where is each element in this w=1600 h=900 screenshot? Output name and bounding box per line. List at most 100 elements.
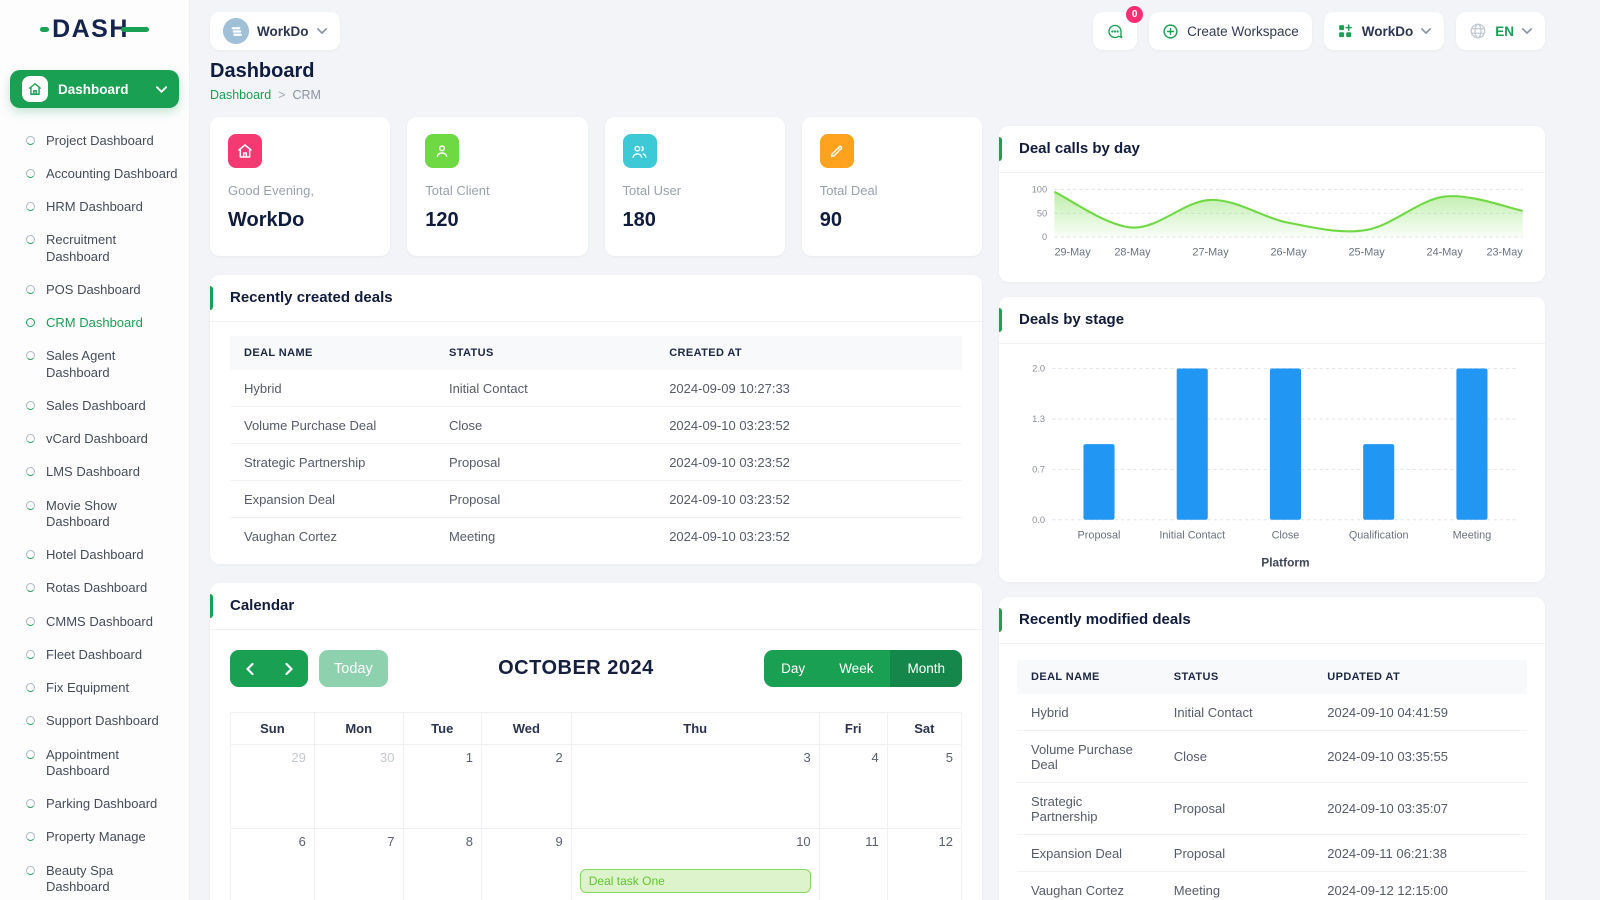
breadcrumb-dashboard-link[interactable]: Dashboard <box>210 88 271 102</box>
logo[interactable]: DASH <box>0 0 189 58</box>
column-header: STATUS <box>435 336 655 370</box>
deal-name: Vaughan Cortez <box>230 518 435 555</box>
calendar-day-cell[interactable]: 4 <box>819 745 887 829</box>
calendar-day-header: Fri <box>819 713 887 745</box>
calendar-day-cell[interactable]: 7 <box>314 829 403 900</box>
sidebar-item[interactable]: LMS Dashboard <box>0 456 189 489</box>
sidebar-item[interactable]: Fix Equipment <box>0 672 189 705</box>
calendar-day-cell[interactable]: 2 <box>481 745 571 829</box>
bullet-icon <box>26 617 35 626</box>
table-row[interactable]: Hybrid Initial Contact 2024-09-10 04:41:… <box>1017 694 1527 731</box>
calendar-day-cell[interactable]: 10Deal task One <box>571 829 819 900</box>
table-row[interactable]: Volume Purchase Deal Close 2024-09-10 03… <box>1017 731 1527 783</box>
sidebar-item[interactable]: Appointment Dashboard <box>0 738 189 788</box>
calendar-day-cell[interactable]: 8 <box>403 829 481 900</box>
deal-created-at: 2024-09-10 03:23:52 <box>655 518 962 555</box>
svg-text:0: 0 <box>1042 232 1047 242</box>
stat-label: Total Client <box>425 183 569 198</box>
calendar-day-cell[interactable]: 30 <box>314 745 403 829</box>
workspace-avatar-icon <box>223 18 249 44</box>
calendar-today-button[interactable]: Today <box>319 650 388 687</box>
deal-status: Close <box>435 407 655 444</box>
create-workspace-button[interactable]: Create Workspace <box>1149 12 1312 50</box>
table-row[interactable]: Expansion Deal Proposal 2024-09-11 06:21… <box>1017 835 1527 872</box>
logo-dash-icon <box>121 27 149 32</box>
deal-created-at: 2024-09-10 03:23:52 <box>655 444 962 481</box>
bullet-icon <box>26 750 35 759</box>
table-row[interactable]: Vaughan Cortez Meeting 2024-09-12 12:15:… <box>1017 872 1527 900</box>
sidebar-item[interactable]: POS Dashboard <box>0 273 189 306</box>
calendar-day-cell[interactable]: 3 <box>571 745 819 829</box>
sidebar-item[interactable]: Sales Agent Dashboard <box>0 340 189 390</box>
sidebar-item[interactable]: HRM Dashboard <box>0 191 189 224</box>
stat-icon <box>820 134 854 168</box>
sidebar-item[interactable]: Hotel Dashboard <box>0 539 189 572</box>
sidebar-item[interactable]: Recruitment Dashboard <box>0 224 189 274</box>
svg-text:27-May: 27-May <box>1192 247 1229 259</box>
bullet-icon <box>26 716 35 725</box>
deal-status: Initial Contact <box>1160 694 1313 731</box>
calendar-view-button[interactable]: Week <box>822 650 890 687</box>
calendar-day-cell[interactable]: 9 <box>481 829 571 900</box>
sidebar-item[interactable]: Project Dashboard <box>0 124 189 157</box>
workspace-menu-label: WorkDo <box>1362 24 1414 39</box>
sidebar-item-label: Rotas Dashboard <box>46 580 147 596</box>
language-selector[interactable]: EN <box>1456 12 1545 50</box>
calendar-day-cell[interactable]: 29 <box>231 745 315 829</box>
table-row[interactable]: Strategic Partnership Proposal 2024-09-1… <box>230 444 962 481</box>
svg-text:50: 50 <box>1037 208 1047 218</box>
card-title: Deals by stage <box>1019 311 1124 328</box>
card-title: Calendar <box>230 597 294 614</box>
sidebar-item[interactable]: Rotas Dashboard <box>0 572 189 605</box>
sidebar-item[interactable]: CMMS Dashboard <box>0 605 189 638</box>
table-row[interactable]: Strategic Partnership Proposal 2024-09-1… <box>1017 783 1527 835</box>
table-row[interactable]: Vaughan Cortez Meeting 2024-09-10 03:23:… <box>230 518 962 555</box>
calendar-day-cell[interactable]: 12 <box>887 829 961 900</box>
table-row[interactable]: Hybrid Initial Contact 2024-09-09 10:27:… <box>230 370 962 407</box>
calendar-day-header: Sat <box>887 713 961 745</box>
calendar-day-cell[interactable]: 11 <box>819 829 887 900</box>
calendar-month-title: OCTOBER 2024 <box>498 657 654 680</box>
sidebar-item-label: HRM Dashboard <box>46 199 143 215</box>
sidebar-item[interactable]: Support Dashboard <box>0 705 189 738</box>
sidebar-item[interactable]: vCard Dashboard <box>0 423 189 456</box>
bullet-icon <box>26 318 35 327</box>
bullet-icon <box>26 434 35 443</box>
calendar-view-button[interactable]: Day <box>764 650 822 687</box>
svg-text:Proposal: Proposal <box>1078 530 1121 542</box>
sidebar-item[interactable]: Beauty Spa Dashboard <box>0 854 189 900</box>
calendar-view-button[interactable]: Month <box>890 650 962 687</box>
calendar-day-cell[interactable]: 5 <box>887 745 961 829</box>
home-icon <box>22 76 48 102</box>
svg-text:Close: Close <box>1272 530 1300 542</box>
svg-text:1.3: 1.3 <box>1032 414 1045 424</box>
sidebar-dashboard-toggle[interactable]: Dashboard <box>10 70 179 108</box>
logo-dash-icon <box>40 27 49 32</box>
workspace-menu-button[interactable]: WorkDo <box>1324 12 1445 50</box>
stat-icon <box>623 134 657 168</box>
sidebar-item[interactable]: Sales Dashboard <box>0 389 189 422</box>
sidebar-item-label: Support Dashboard <box>46 713 159 729</box>
sidebar-item[interactable]: Property Manage <box>0 821 189 854</box>
notification-badge: 0 <box>1126 6 1143 23</box>
sidebar-item[interactable]: Accounting Dashboard <box>0 157 189 190</box>
deal-name: Strategic Partnership <box>1017 783 1160 835</box>
stat-icon <box>425 134 459 168</box>
calendar-prev-button[interactable] <box>230 650 269 687</box>
table-row[interactable]: Expansion Deal Proposal 2024-09-10 03:23… <box>230 481 962 518</box>
messages-button[interactable]: 0 <box>1093 12 1137 50</box>
calendar-day-cell[interactable]: 1 <box>403 745 481 829</box>
workspace-pill[interactable]: WorkDo <box>210 12 340 50</box>
sidebar-item[interactable]: Movie Show Dashboard <box>0 489 189 539</box>
sidebar-item[interactable]: Fleet Dashboard <box>0 638 189 671</box>
sidebar-menu: Project Dashboard Accounting Dashboard H… <box>0 114 189 900</box>
calendar-next-button[interactable] <box>269 650 308 687</box>
calendar-event[interactable]: Deal task One <box>580 869 811 893</box>
table-row[interactable]: Volume Purchase Deal Close 2024-09-10 03… <box>230 407 962 444</box>
deal-status: Proposal <box>435 481 655 518</box>
deal-name: Hybrid <box>230 370 435 407</box>
calendar-day-cell[interactable]: 6 <box>231 829 315 900</box>
svg-text:0.7: 0.7 <box>1032 465 1045 475</box>
sidebar-item[interactable]: Parking Dashboard <box>0 788 189 821</box>
sidebar-item[interactable]: CRM Dashboard <box>0 307 189 340</box>
